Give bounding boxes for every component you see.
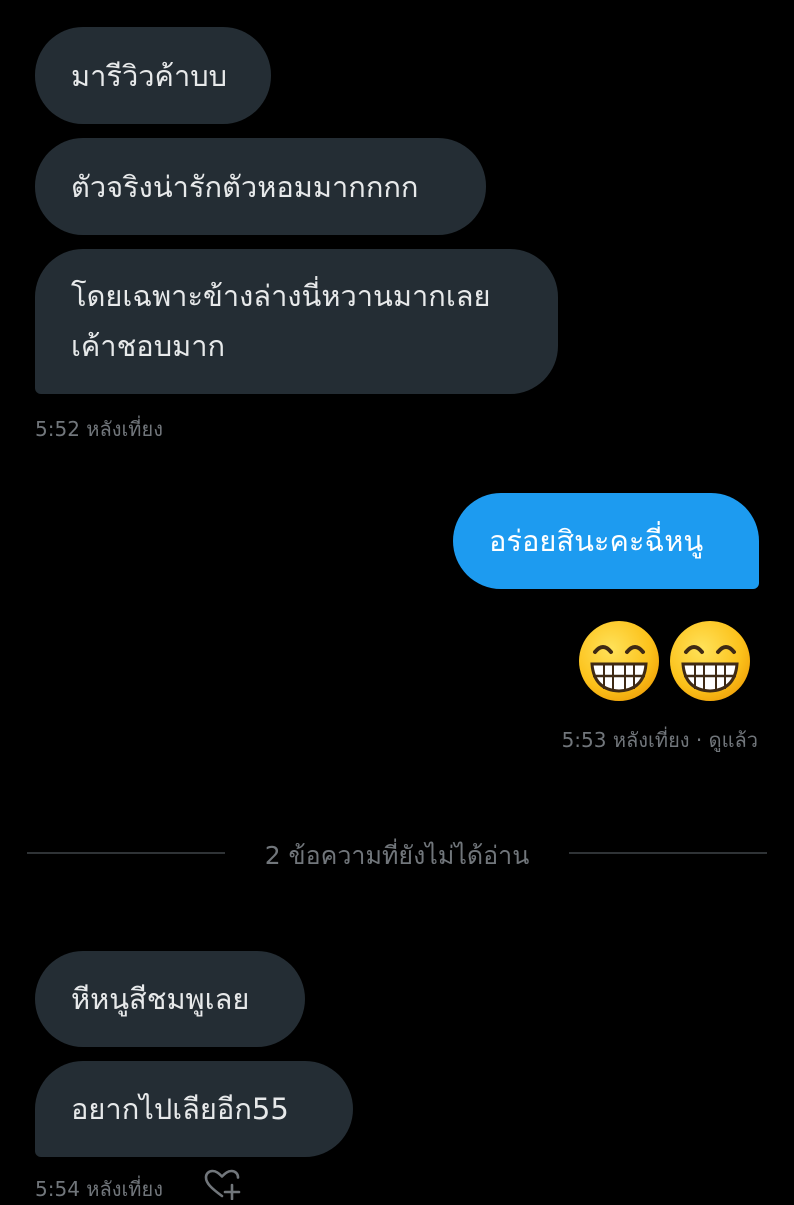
message-text: หีหนูสีชมพูเลย [71,982,250,1016]
message-timestamp: 5:52 หลังเที่ยง [35,417,163,441]
message-text-line: เค้าชอบมาก [71,329,226,363]
received-message-bubble[interactable]: โดยเฉพาะข้างล่างนี่หวานมากเลย เค้าชอบมาก [35,249,558,394]
message-text: ตัวจริงน่ารักตัวหอมมากกกก [71,169,419,204]
grinning-face-with-smiling-eyes-icon[interactable] [669,620,751,702]
message-text: อยากไปเลียอีก55 [71,1092,289,1126]
received-message-bubble[interactable]: มารีวิวค้าบบ [35,27,271,124]
unread-divider-label: 2 ข้อความที่ยังไม่ได้อ่าน [264,841,530,870]
message-text: อร่อยสินะคะฉี่หนู [489,524,704,558]
received-message-bubble[interactable]: อยากไปเลียอีก55 [35,1061,353,1157]
heart-plus-icon[interactable] [203,1168,241,1200]
received-message-bubble[interactable]: ตัวจริงน่ารักตัวหอมมากกกก [35,138,486,235]
message-text: มารีวิวค้าบบ [71,58,228,93]
grinning-face-with-smiling-eyes-icon[interactable] [578,620,660,702]
received-message-bubble[interactable]: หีหนูสีชมพูเลย [35,951,305,1047]
message-timestamp: 5:54 หลังเที่ยง [35,1177,163,1201]
message-text-line: โดยเฉพาะข้างล่างนี่หวานมากเลย [71,279,491,313]
sent-message-bubble[interactable]: อร่อยสินะคะฉี่หนู [453,493,759,589]
unread-divider-line-right [569,852,767,854]
sent-status: 5:53 หลังเที่ยง · ดูแล้ว [561,728,758,752]
